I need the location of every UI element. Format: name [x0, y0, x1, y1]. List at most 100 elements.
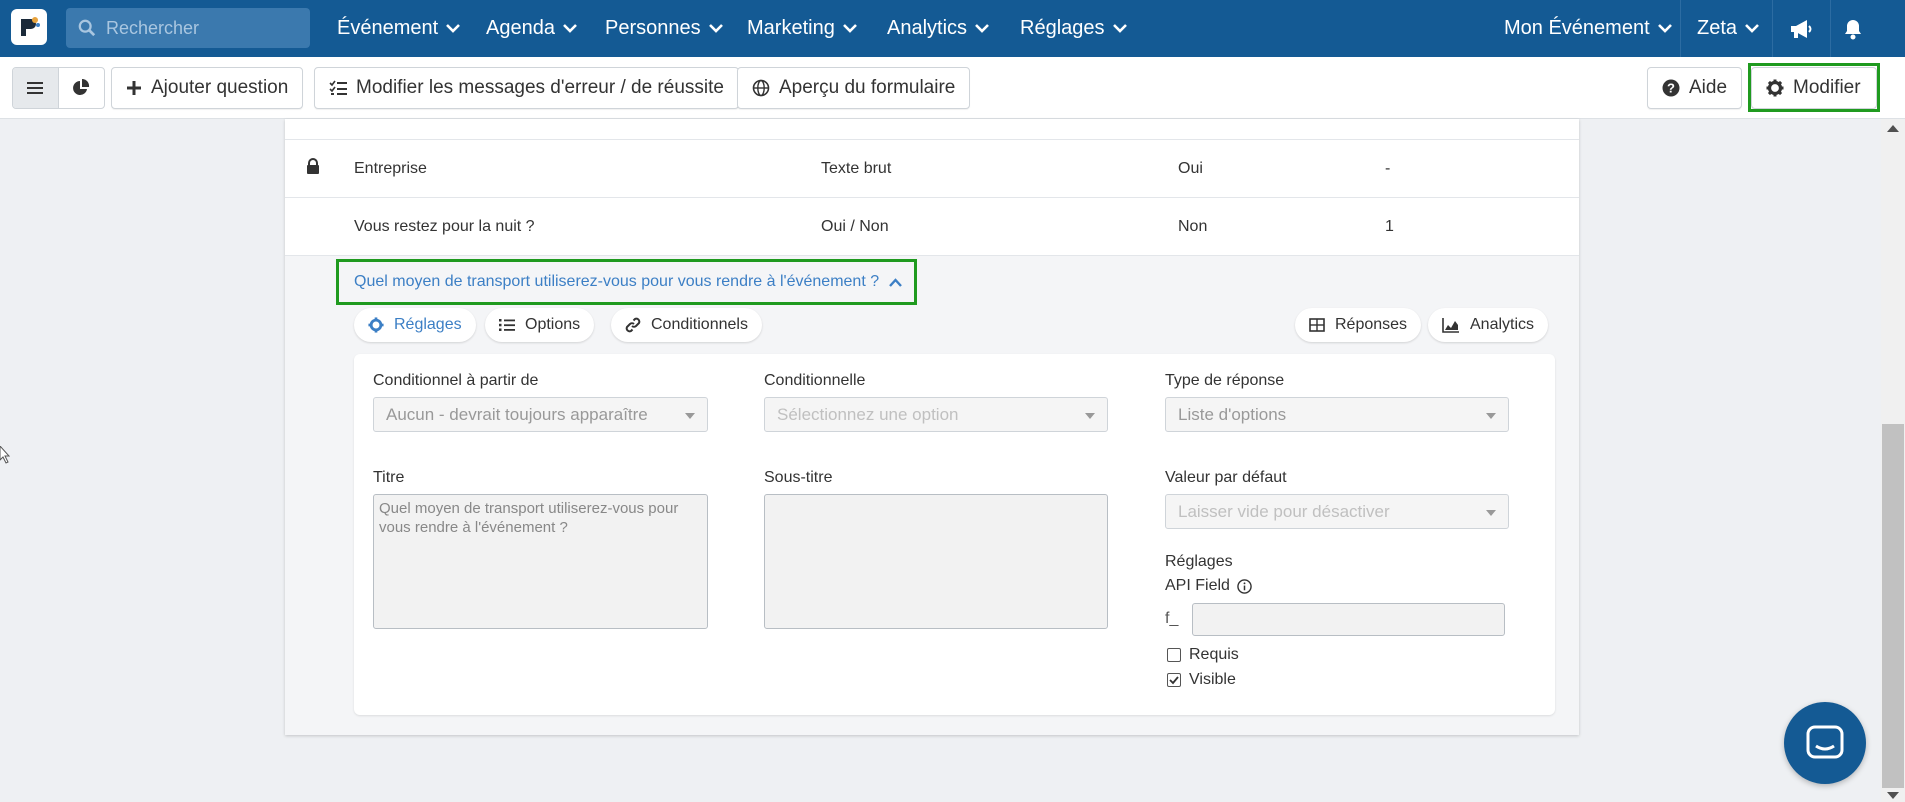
conditional-select[interactable]: Sélectionnez une option	[764, 397, 1108, 432]
title-label: Titre	[373, 469, 405, 486]
caret-down-icon	[1486, 510, 1496, 516]
response-type-select[interactable]: Liste d'options	[1165, 397, 1509, 432]
form-preview-button[interactable]: Aperçu du formulaire	[737, 67, 971, 109]
nav-menu-marketing[interactable]: Marketing	[747, 0, 857, 57]
info-icon[interactable]	[1237, 578, 1252, 594]
default-value-select[interactable]: Laisser vide pour désactiver	[1165, 494, 1509, 529]
area-chart-icon	[1442, 318, 1459, 333]
search-input[interactable]	[106, 17, 296, 39]
chevron-down-icon	[975, 24, 989, 33]
scroll-down-arrow[interactable]	[1887, 792, 1899, 799]
view-toggle	[12, 67, 105, 109]
caret-down-icon	[685, 413, 695, 419]
highlight-edit-button	[1748, 63, 1880, 112]
nav-menu-analytics[interactable]: Analytics	[887, 0, 989, 57]
question-circle-icon: ?	[1662, 79, 1680, 97]
scroll-up-arrow[interactable]	[1887, 125, 1899, 132]
required-checkbox[interactable]	[1167, 648, 1181, 662]
link-icon	[625, 317, 641, 333]
required-label: Requis	[1189, 646, 1239, 663]
help-button[interactable]: ? Aide	[1647, 67, 1743, 109]
question-required: Oui	[1178, 160, 1203, 177]
tab-options[interactable]: Options	[485, 308, 595, 342]
tab-responses[interactable]: Réponses	[1295, 308, 1422, 342]
chart-view-button[interactable]	[59, 68, 105, 108]
svg-text:?: ?	[1667, 81, 1675, 96]
tab-settings[interactable]: Réglages	[354, 308, 476, 342]
default-value-label: Valeur par défaut	[1165, 469, 1287, 486]
nav-divider	[1680, 0, 1681, 57]
api-prefix: f_	[1165, 610, 1179, 627]
conditional-label: Conditionnelle	[764, 372, 866, 389]
question-value: -	[1385, 160, 1391, 177]
nav-menu-settings[interactable]: Réglages	[1020, 0, 1127, 57]
notifications-button[interactable]	[1843, 0, 1863, 57]
check-icon	[1169, 676, 1179, 685]
search-box[interactable]	[66, 8, 310, 48]
edit-messages-button[interactable]: Modifier les messages d'erreur / de réus…	[314, 67, 739, 109]
tab-conditionals[interactable]: Conditionnels	[611, 308, 762, 342]
nav-divider	[1830, 0, 1831, 57]
expanded-question-title[interactable]: Quel moyen de transport utiliserez-vous …	[336, 259, 917, 305]
chevron-down-icon	[842, 24, 857, 33]
scrollbar-thumb[interactable]	[1882, 424, 1904, 788]
api-field-input[interactable]	[1192, 603, 1505, 636]
subtitle-label: Sous-titre	[764, 469, 833, 486]
top-navbar: Événement Agenda Personnes Marketing Ana…	[0, 0, 1905, 57]
pie-chart-icon	[73, 79, 90, 95]
visible-label: Visible	[1189, 671, 1236, 688]
nav-menu-agenda[interactable]: Agenda	[486, 0, 577, 57]
user-menu[interactable]: Zeta	[1697, 0, 1759, 57]
visible-checkbox[interactable]	[1167, 673, 1181, 687]
table-row[interactable]: Entreprise Texte brut Oui -	[285, 140, 1579, 198]
title-textarea[interactable]: Quel moyen de transport utiliserez-vous …	[373, 494, 708, 629]
hamburger-icon	[27, 82, 44, 94]
plus-icon	[127, 81, 141, 95]
nav-divider	[1772, 0, 1773, 57]
list-view-button[interactable]	[13, 68, 59, 108]
checklist-icon	[329, 80, 347, 95]
form-toolbar: Ajouter question Modifier les messages d…	[0, 57, 1905, 119]
chevron-down-icon	[708, 24, 723, 33]
nav-menu-event[interactable]: Événement	[337, 0, 461, 57]
chevron-down-icon	[1745, 24, 1759, 33]
add-question-button[interactable]: Ajouter question	[111, 67, 304, 109]
response-type-label: Type de réponse	[1165, 372, 1285, 389]
settings-label: Réglages	[1165, 553, 1233, 570]
chevron-down-icon	[446, 24, 461, 33]
subtitle-textarea[interactable]	[764, 494, 1108, 629]
api-field-label: API Field	[1165, 577, 1252, 595]
event-switcher[interactable]: Mon Événement	[1504, 0, 1672, 57]
table-row-partial	[285, 119, 1579, 140]
table-icon	[1309, 318, 1325, 332]
mouse-cursor-icon	[0, 446, 10, 464]
chevron-down-icon	[1657, 24, 1672, 33]
megaphone-icon	[1791, 19, 1812, 38]
chevron-down-icon	[1112, 24, 1127, 33]
caret-down-icon	[1486, 413, 1496, 419]
chevron-down-icon	[563, 24, 577, 33]
question-value: 1	[1385, 218, 1394, 235]
question-name: Vous restez pour la nuit ?	[354, 218, 535, 235]
chevron-up-icon	[889, 277, 902, 287]
caret-down-icon	[1085, 413, 1095, 419]
chat-launcher-button[interactable]	[1784, 702, 1866, 784]
conditional-from-select[interactable]: Aucun - devrait toujours apparaître	[373, 397, 708, 432]
question-required: Non	[1178, 218, 1208, 235]
question-type: Oui / Non	[821, 218, 889, 235]
table-row[interactable]: Vous restez pour la nuit ? Oui / Non Non…	[285, 198, 1579, 256]
bell-icon	[1845, 19, 1861, 39]
app-logo[interactable]	[11, 9, 47, 45]
question-type: Texte brut	[821, 160, 892, 177]
question-name: Entreprise	[354, 160, 427, 177]
globe-icon	[752, 79, 770, 97]
tab-analytics[interactable]: Analytics	[1428, 308, 1549, 342]
conditional-from-label: Conditionnel à partir de	[373, 372, 539, 389]
logo-icon	[21, 17, 40, 36]
list-icon	[499, 319, 515, 331]
search-icon	[78, 19, 96, 37]
lock-icon	[307, 158, 319, 174]
announcements-button[interactable]	[1789, 0, 1813, 57]
nav-menu-people[interactable]: Personnes	[605, 0, 723, 57]
chat-icon	[1806, 725, 1844, 759]
